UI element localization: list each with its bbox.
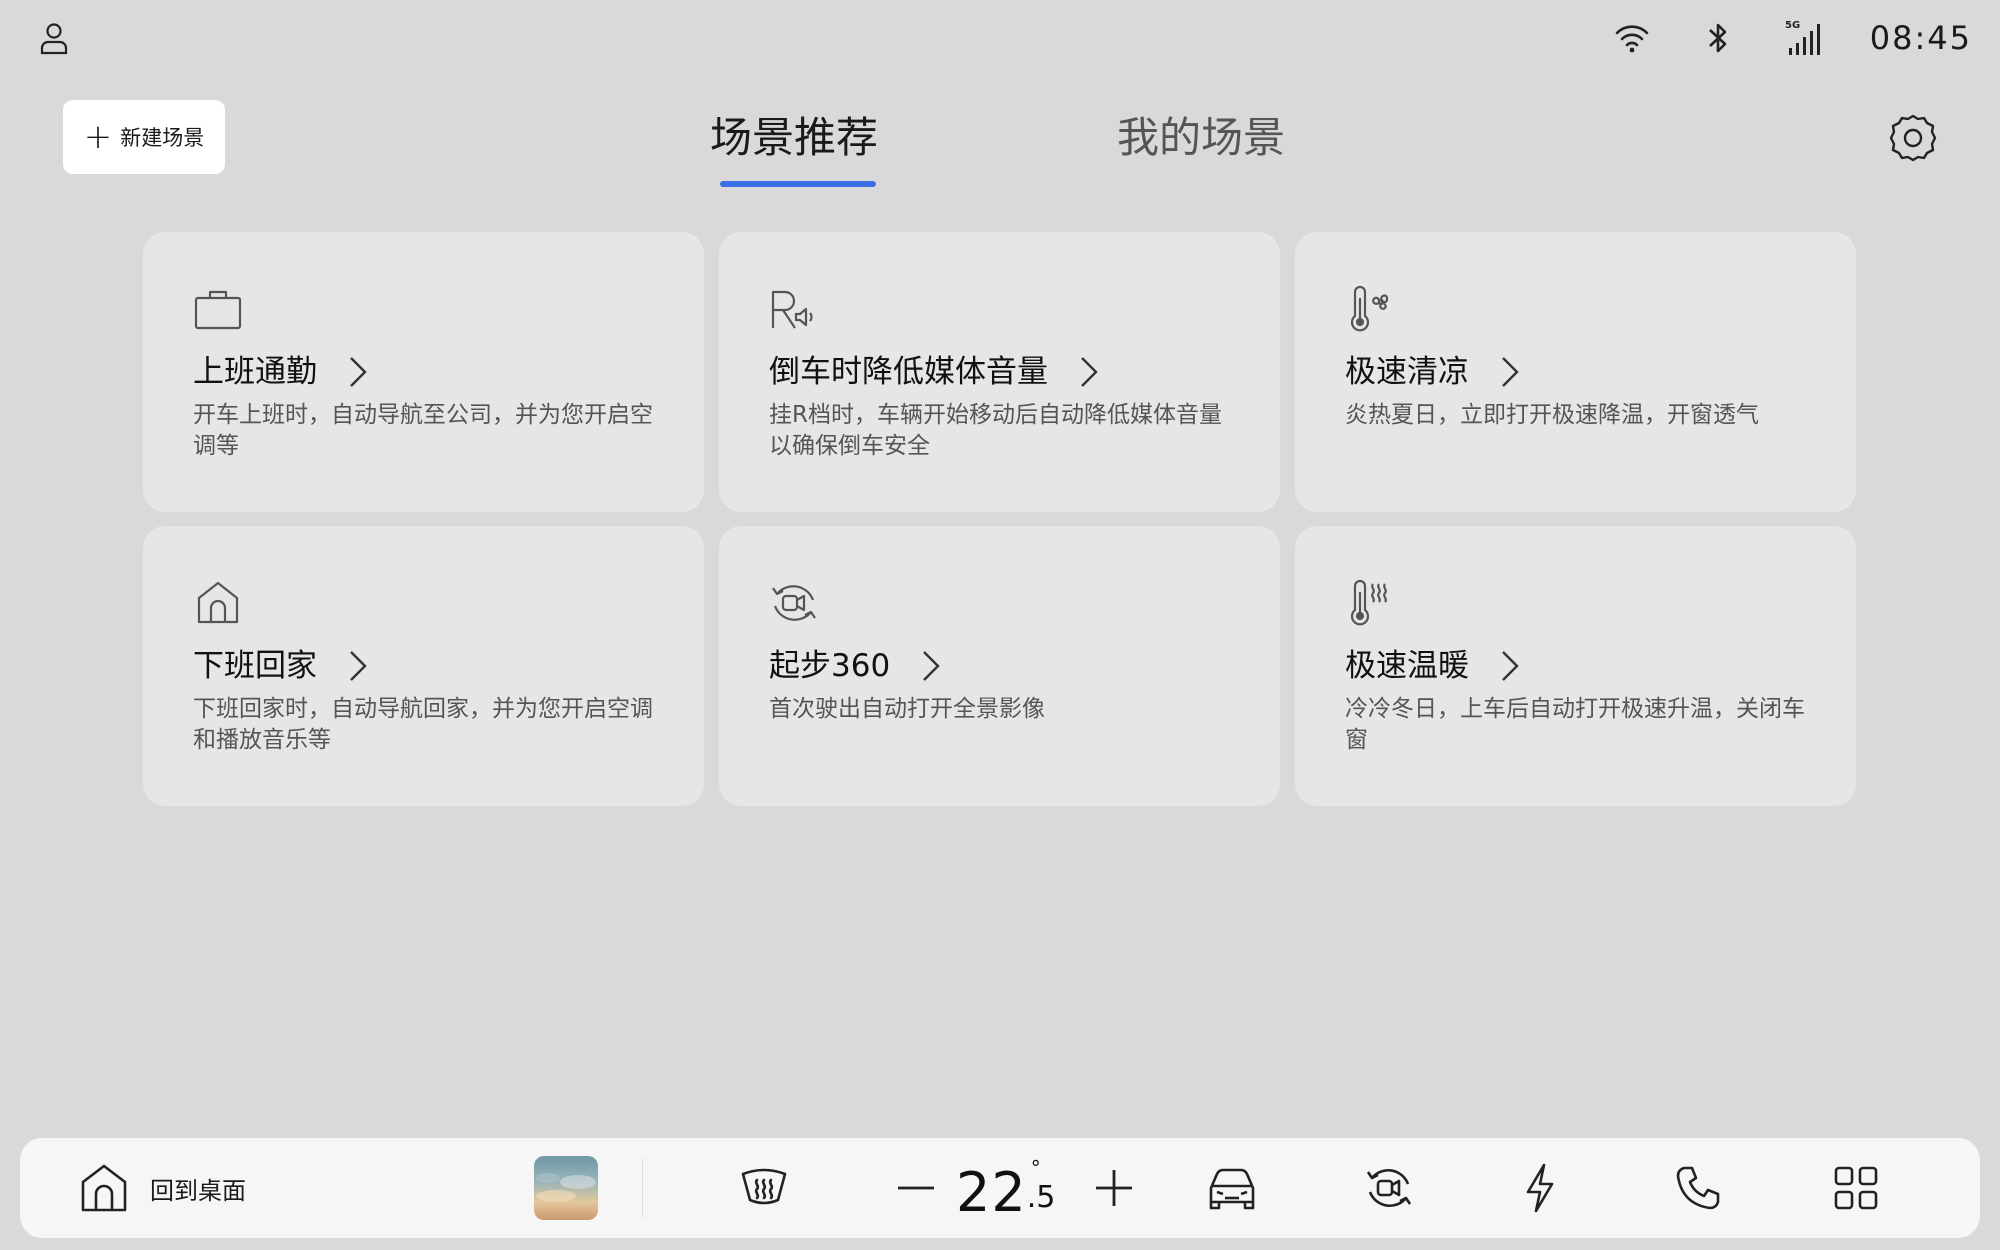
card-title: 倒车时降低媒体音量	[769, 350, 1100, 394]
chevron-right-icon	[347, 355, 369, 389]
scene-card-commute[interactable]: 上班通勤 开车上班时，自动导航至公司，并为您开启空调等	[143, 232, 704, 512]
card-title: 下班回家	[193, 644, 369, 688]
scene-card-go-home[interactable]: 下班回家 下班回家时，自动导航回家，并为您开启空调和播放音乐等	[143, 526, 704, 806]
camera-360-icon[interactable]	[1364, 1162, 1414, 1214]
plus-icon: +	[84, 120, 113, 154]
dock-divider	[642, 1158, 643, 1218]
card-title: 上班通勤	[193, 350, 369, 394]
card-title-text: 上班通勤	[193, 350, 317, 394]
thermometer-heat-icon	[1345, 578, 1395, 628]
car-icon[interactable]	[1205, 1162, 1259, 1214]
chevron-right-icon	[1499, 355, 1521, 389]
temperature-display: 22 ° .5	[956, 1154, 1055, 1224]
scene-card-fast-cool[interactable]: 极速清凉 炎热夏日，立即打开极速降温，开窗透气	[1295, 232, 1856, 512]
card-title-text: 极速清凉	[1345, 350, 1469, 394]
chevron-right-icon	[347, 649, 369, 683]
card-title-text: 倒车时降低媒体音量	[769, 350, 1048, 394]
scene-card-fast-warm[interactable]: 极速温暖 冷冷冬日，上车后自动打开极速升温，关闭车窗	[1295, 526, 1856, 806]
camera-360-icon	[769, 578, 819, 628]
wifi-icon	[1612, 18, 1652, 58]
bottom-dock: 回到桌面 22 ° .5	[20, 1138, 1980, 1238]
phone-icon[interactable]	[1674, 1164, 1722, 1212]
degree-symbol: °	[1031, 1148, 1041, 1188]
user-icon[interactable]	[36, 20, 72, 56]
card-description: 炎热夏日，立即打开极速降温，开窗透气	[1345, 400, 1815, 431]
scene-card-start-360[interactable]: 起步360 首次驶出自动打开全景影像	[719, 526, 1280, 806]
card-title: 极速温暖	[1345, 644, 1521, 688]
lightning-icon[interactable]	[1520, 1162, 1560, 1214]
tab-scene-recommend[interactable]: 场景推荐	[710, 108, 878, 168]
card-description: 开车上班时，自动导航至公司，并为您开启空调等	[193, 400, 663, 462]
new-scene-button[interactable]: + 新建场景	[63, 100, 225, 174]
home-label[interactable]: 回到桌面	[150, 1171, 246, 1206]
card-description: 挂R档时，车辆开始移动后自动降低媒体音量以确保倒车安全	[769, 400, 1239, 462]
temperature-decimal: ° .5	[1027, 1178, 1056, 1218]
temperature-integer: 22	[956, 1162, 1027, 1224]
gear-icon[interactable]	[1888, 113, 1938, 163]
card-title-text: 极速温暖	[1345, 644, 1469, 688]
card-description: 下班回家时，自动导航回家，并为您开启空调和播放音乐等	[193, 694, 663, 756]
rear-defrost-icon[interactable]	[740, 1166, 788, 1210]
status-icons: 5G 08:45	[1612, 16, 1972, 60]
active-tab-indicator	[720, 181, 876, 187]
temp-minus-button[interactable]	[888, 1160, 944, 1216]
tab-my-scenes[interactable]: 我的场景	[1117, 108, 1285, 168]
reverse-volume-icon	[769, 284, 819, 334]
media-thumbnail[interactable]	[534, 1156, 598, 1220]
new-scene-label: 新建场景	[120, 122, 204, 152]
card-title: 极速清凉	[1345, 350, 1521, 394]
status-bar: 5G 08:45	[0, 0, 2000, 76]
bluetooth-icon	[1698, 18, 1738, 58]
thermometer-fan-icon	[1345, 284, 1395, 334]
signal-5g-icon: 5G	[1784, 18, 1824, 58]
card-title-text: 起步360	[769, 644, 890, 688]
home-icon[interactable]	[78, 1162, 130, 1214]
clock: 08:45	[1870, 19, 1972, 57]
card-description: 冷冷冬日，上车后自动打开极速升温，关闭车窗	[1345, 694, 1815, 756]
chevron-right-icon	[1499, 649, 1521, 683]
scene-card-reverse-volume[interactable]: 倒车时降低媒体音量 挂R档时，车辆开始移动后自动降低媒体音量以确保倒车安全	[719, 232, 1280, 512]
temp-plus-button[interactable]	[1086, 1160, 1142, 1216]
signal-label: 5G	[1785, 20, 1800, 31]
house-icon	[193, 578, 243, 628]
card-title-text: 下班回家	[193, 644, 317, 688]
card-title: 起步360	[769, 644, 942, 688]
briefcase-icon	[193, 284, 243, 334]
chevron-right-icon	[1078, 355, 1100, 389]
card-description: 首次驶出自动打开全景影像	[769, 694, 1239, 725]
apps-grid-icon[interactable]	[1832, 1164, 1880, 1212]
chevron-right-icon	[920, 649, 942, 683]
